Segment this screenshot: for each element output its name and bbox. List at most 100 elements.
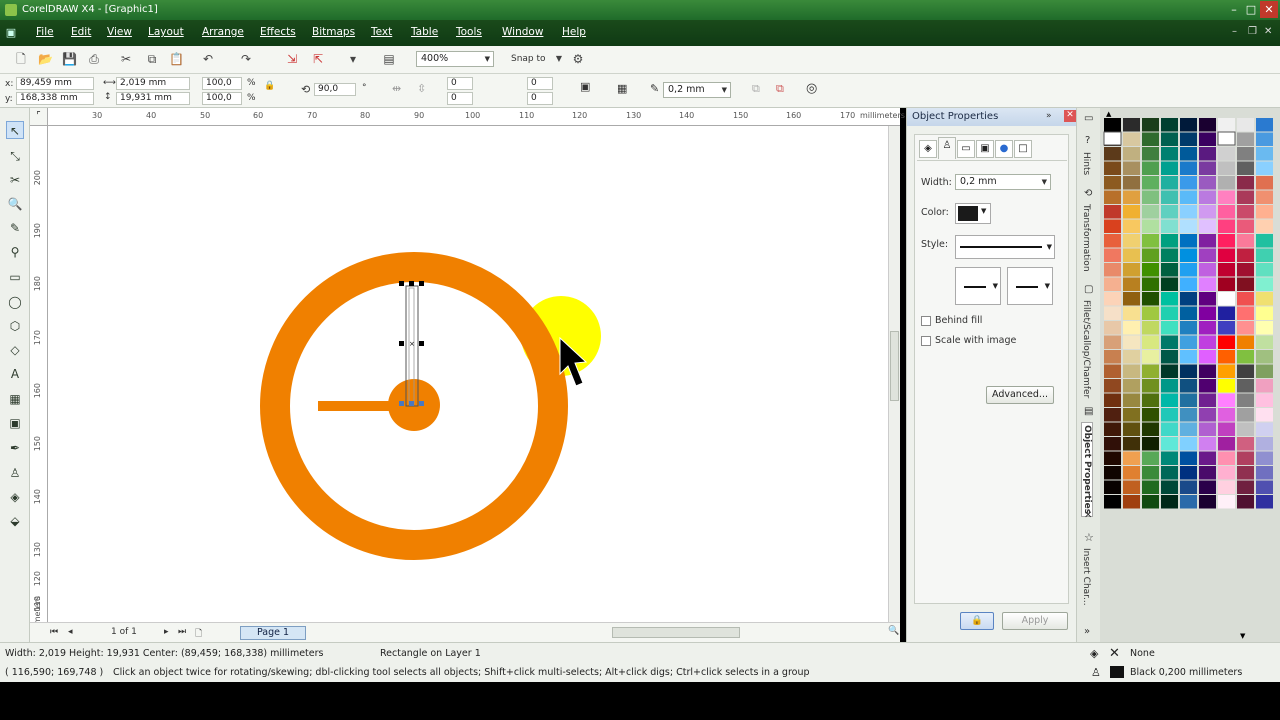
- palette-scroll-up-icon[interactable]: ▲: [1106, 110, 1112, 118]
- color-swatch[interactable]: [1180, 205, 1197, 219]
- color-swatch[interactable]: [1180, 422, 1197, 437]
- color-swatch[interactable]: [1180, 495, 1197, 509]
- color-swatch[interactable]: [1256, 306, 1273, 321]
- color-swatch[interactable]: [1180, 248, 1197, 263]
- color-swatch[interactable]: [1161, 321, 1178, 335]
- color-swatch[interactable]: [1142, 408, 1159, 422]
- color-swatch[interactable]: [1123, 234, 1140, 248]
- color-swatch[interactable]: [1237, 451, 1254, 466]
- color-swatch[interactable]: [1123, 364, 1140, 379]
- color-swatch[interactable]: [1123, 118, 1140, 132]
- color-swatch[interactable]: [1180, 292, 1197, 306]
- color-swatch[interactable]: [1199, 437, 1216, 451]
- outline-tab-icon[interactable]: ♙: [938, 137, 956, 159]
- mirror-horizontal-icon[interactable]: ⇹: [392, 82, 401, 95]
- tab-object-properties[interactable]: Object Properties: [1081, 422, 1093, 518]
- color-swatch[interactable]: [1123, 176, 1140, 190]
- color-swatch[interactable]: [1237, 408, 1254, 422]
- menu-edit[interactable]: Edit: [71, 26, 91, 38]
- color-swatch[interactable]: [1104, 176, 1121, 190]
- menu-tools[interactable]: Tools: [456, 26, 482, 38]
- color-swatch[interactable]: [1123, 335, 1140, 350]
- to-back-icon[interactable]: ⧉: [776, 82, 784, 96]
- print-icon[interactable]: ⎙: [87, 52, 101, 66]
- lock-apply-button[interactable]: 🔒: [960, 612, 994, 630]
- color-swatch[interactable]: [1123, 321, 1140, 335]
- color-swatch[interactable]: [1218, 118, 1235, 132]
- color-swatch[interactable]: [1161, 147, 1178, 161]
- outline-tool-icon[interactable]: ♙: [6, 464, 24, 482]
- options-icon[interactable]: ⚙: [571, 52, 585, 66]
- color-swatch[interactable]: [1218, 161, 1235, 176]
- color-swatch[interactable]: [1256, 292, 1273, 306]
- color-swatch[interactable]: [1104, 263, 1121, 277]
- color-swatch[interactable]: [1104, 205, 1121, 219]
- color-swatch[interactable]: [1256, 321, 1273, 335]
- corner-bottom-right-field[interactable]: 0: [527, 92, 553, 105]
- doc-restore-icon[interactable]: ❐: [1248, 26, 1257, 37]
- color-swatch[interactable]: [1237, 205, 1254, 219]
- color-swatch[interactable]: [1256, 190, 1273, 205]
- color-swatch[interactable]: [1161, 451, 1178, 466]
- color-swatch[interactable]: [1256, 408, 1273, 422]
- color-swatch[interactable]: [1142, 132, 1159, 147]
- color-swatch[interactable]: [1180, 437, 1197, 451]
- color-swatch[interactable]: [1256, 118, 1273, 132]
- no-color-swatch[interactable]: [1217, 131, 1236, 146]
- fill-tool-icon[interactable]: ◈: [6, 488, 24, 506]
- drawing-canvas[interactable]: ×: [48, 126, 888, 622]
- color-swatch[interactable]: [1256, 393, 1273, 408]
- color-swatch[interactable]: [1237, 190, 1254, 205]
- color-swatch[interactable]: [1218, 466, 1235, 480]
- copy-icon[interactable]: ⧉: [145, 52, 159, 66]
- doc-close-icon[interactable]: ✕: [1264, 26, 1272, 37]
- color-swatch[interactable]: [1104, 379, 1121, 393]
- color-swatch[interactable]: [1199, 422, 1216, 437]
- color-swatch[interactable]: [1161, 350, 1178, 364]
- color-swatch[interactable]: [1123, 277, 1140, 292]
- color-swatch[interactable]: [1123, 132, 1140, 147]
- color-swatch[interactable]: [1104, 118, 1121, 132]
- scale-x-field[interactable]: 100,0: [202, 77, 242, 90]
- color-swatch[interactable]: [1142, 379, 1159, 393]
- color-swatch[interactable]: [1180, 451, 1197, 466]
- color-swatch[interactable]: [1123, 205, 1140, 219]
- menu-layout[interactable]: Layout: [148, 26, 184, 38]
- color-swatch[interactable]: [1199, 495, 1216, 509]
- color-swatch[interactable]: [1104, 147, 1121, 161]
- import-icon[interactable]: ⇲: [285, 52, 299, 66]
- undo-icon[interactable]: ↶: [201, 52, 215, 66]
- page-first-icon[interactable]: ⏮: [50, 627, 58, 637]
- color-swatch[interactable]: [1199, 306, 1216, 321]
- menu-table[interactable]: Table: [411, 26, 438, 38]
- lock-ratio-icon[interactable]: 🔒: [264, 81, 275, 91]
- color-swatch[interactable]: [1142, 118, 1159, 132]
- more-tabs-icon[interactable]: »: [1084, 626, 1090, 637]
- outline-style-dropdown[interactable]: ▼: [955, 235, 1055, 259]
- color-swatch[interactable]: [1104, 190, 1121, 205]
- fill-indicator-icon[interactable]: ◈: [1090, 647, 1098, 660]
- summary-tab-icon[interactable]: □: [1014, 140, 1032, 158]
- outline-width-dropdown[interactable]: 0,2 mm ▼: [955, 174, 1051, 190]
- color-swatch[interactable]: [1237, 176, 1254, 190]
- zoom-navigator-icon[interactable]: 🔍: [888, 626, 899, 636]
- save-icon[interactable]: 💾: [62, 52, 77, 66]
- rectangle-tool-icon[interactable]: ▭: [6, 268, 24, 286]
- color-swatch[interactable]: [1161, 480, 1178, 495]
- mirror-vertical-icon[interactable]: ⇳: [417, 82, 426, 95]
- object-width-field[interactable]: 2,019 mm: [116, 77, 190, 90]
- color-swatch[interactable]: [1199, 379, 1216, 393]
- color-swatch[interactable]: [1123, 190, 1140, 205]
- color-swatch[interactable]: [1123, 437, 1140, 451]
- color-swatch[interactable]: [1237, 393, 1254, 408]
- color-swatch[interactable]: [1104, 364, 1121, 379]
- page-next-icon[interactable]: ▸: [164, 627, 169, 637]
- color-swatch[interactable]: [1256, 248, 1273, 263]
- color-swatch[interactable]: [1237, 466, 1254, 480]
- color-swatch[interactable]: [1199, 147, 1216, 161]
- color-swatch[interactable]: [1199, 277, 1216, 292]
- behind-fill-checkbox[interactable]: [921, 316, 931, 326]
- color-swatch[interactable]: [1104, 306, 1121, 321]
- color-swatch[interactable]: [1256, 480, 1273, 495]
- color-swatch[interactable]: [1256, 176, 1273, 190]
